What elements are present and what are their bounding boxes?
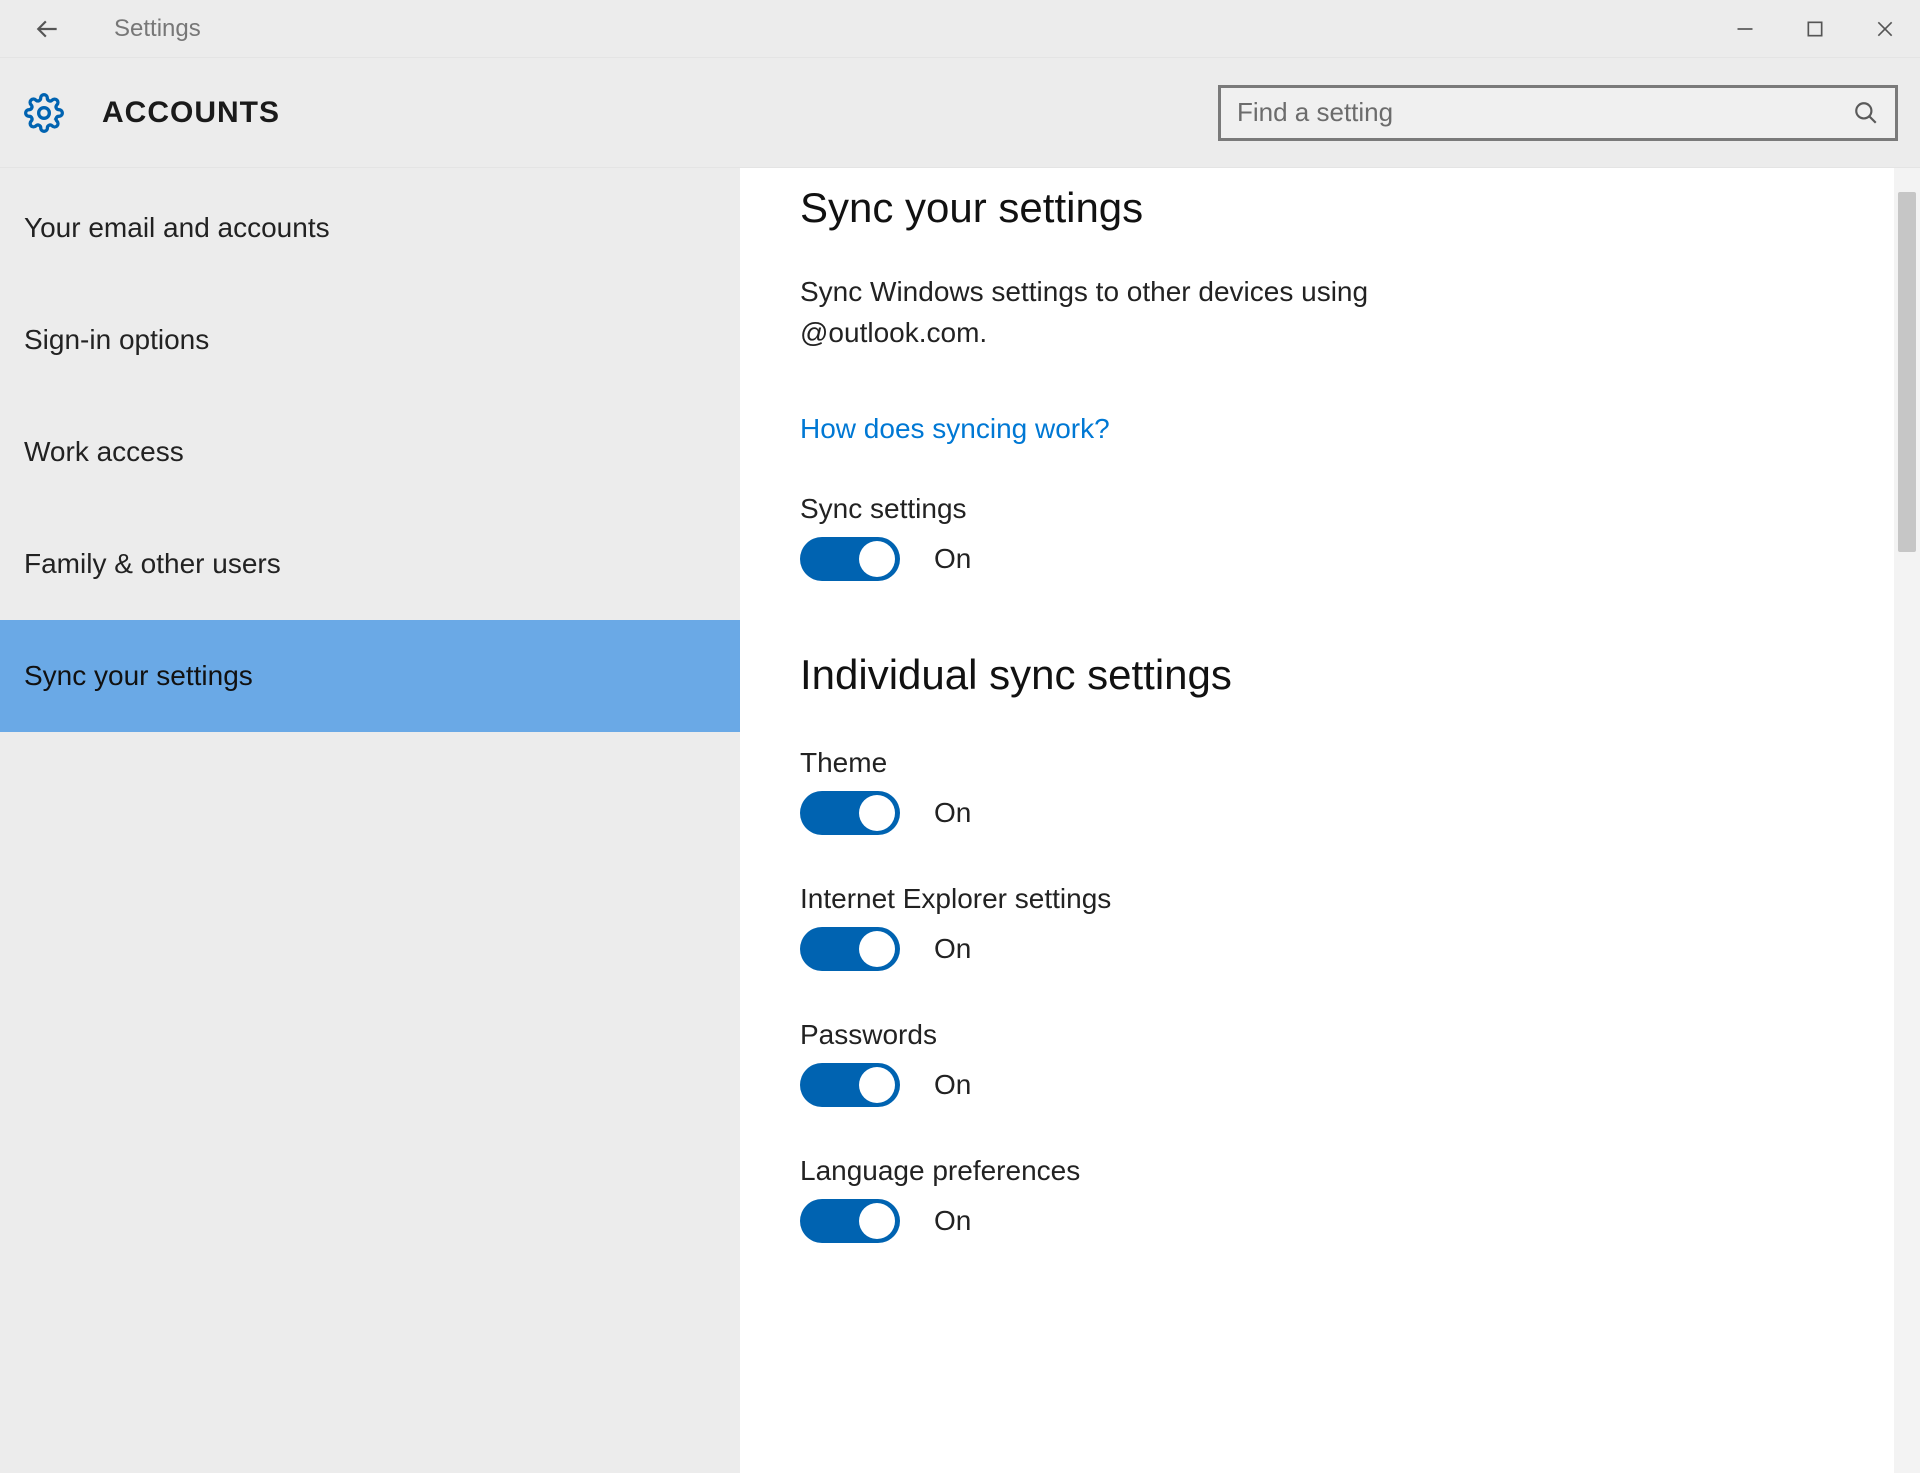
sidebar-item-label: Sign-in options	[24, 324, 209, 356]
sidebar-item-sync-settings[interactable]: Sync your settings	[0, 620, 740, 732]
sidebar-item-label: Family & other users	[24, 548, 281, 580]
title-bar: Settings	[0, 0, 1920, 58]
ie-settings-toggle[interactable]	[800, 927, 900, 971]
search-icon	[1853, 100, 1879, 126]
window-controls	[1710, 0, 1920, 58]
passwords-state: On	[934, 1069, 971, 1101]
maximize-button[interactable]	[1780, 0, 1850, 58]
theme-state: On	[934, 797, 971, 829]
window-title: Settings	[114, 15, 201, 43]
ie-settings-label: Internet Explorer settings	[800, 883, 1854, 915]
sidebar-item-label: Work access	[24, 436, 184, 468]
content-area: Sync your settings Sync Windows settings…	[740, 168, 1894, 1473]
search-box[interactable]	[1218, 85, 1898, 141]
sync-settings-state: On	[934, 543, 971, 575]
sync-settings-label: Sync settings	[800, 493, 1854, 525]
passwords-toggle[interactable]	[800, 1063, 900, 1107]
gear-icon	[22, 91, 66, 135]
language-pref-label: Language preferences	[800, 1155, 1854, 1187]
sidebar-item-label: Your email and accounts	[24, 212, 330, 244]
sync-settings-toggle[interactable]	[800, 537, 900, 581]
vertical-scrollbar[interactable]	[1894, 168, 1920, 1473]
sidebar-item-label: Sync your settings	[24, 660, 253, 692]
sidebar-item-work-access[interactable]: Work access	[0, 396, 740, 508]
sidebar: Your email and accounts Sign-in options …	[0, 168, 740, 1473]
section-header: ACCOUNTS	[0, 58, 1920, 168]
scrollbar-thumb[interactable]	[1898, 192, 1916, 552]
search-input[interactable]	[1237, 97, 1853, 128]
sidebar-item-email-accounts[interactable]: Your email and accounts	[0, 172, 740, 284]
sync-description: Sync Windows settings to other devices u…	[800, 272, 1560, 353]
close-button[interactable]	[1850, 0, 1920, 58]
minimize-button[interactable]	[1710, 0, 1780, 58]
page-heading: Sync your settings	[800, 184, 1854, 232]
how-sync-works-link[interactable]: How does syncing work?	[800, 413, 1110, 445]
language-pref-toggle[interactable]	[800, 1199, 900, 1243]
individual-sync-heading: Individual sync settings	[800, 651, 1854, 699]
section-title: ACCOUNTS	[102, 96, 280, 130]
theme-toggle[interactable]	[800, 791, 900, 835]
language-pref-state: On	[934, 1205, 971, 1237]
back-button[interactable]	[28, 9, 68, 49]
theme-label: Theme	[800, 747, 1854, 779]
sidebar-item-signin-options[interactable]: Sign-in options	[0, 284, 740, 396]
ie-settings-state: On	[934, 933, 971, 965]
sidebar-item-family-users[interactable]: Family & other users	[0, 508, 740, 620]
passwords-label: Passwords	[800, 1019, 1854, 1051]
